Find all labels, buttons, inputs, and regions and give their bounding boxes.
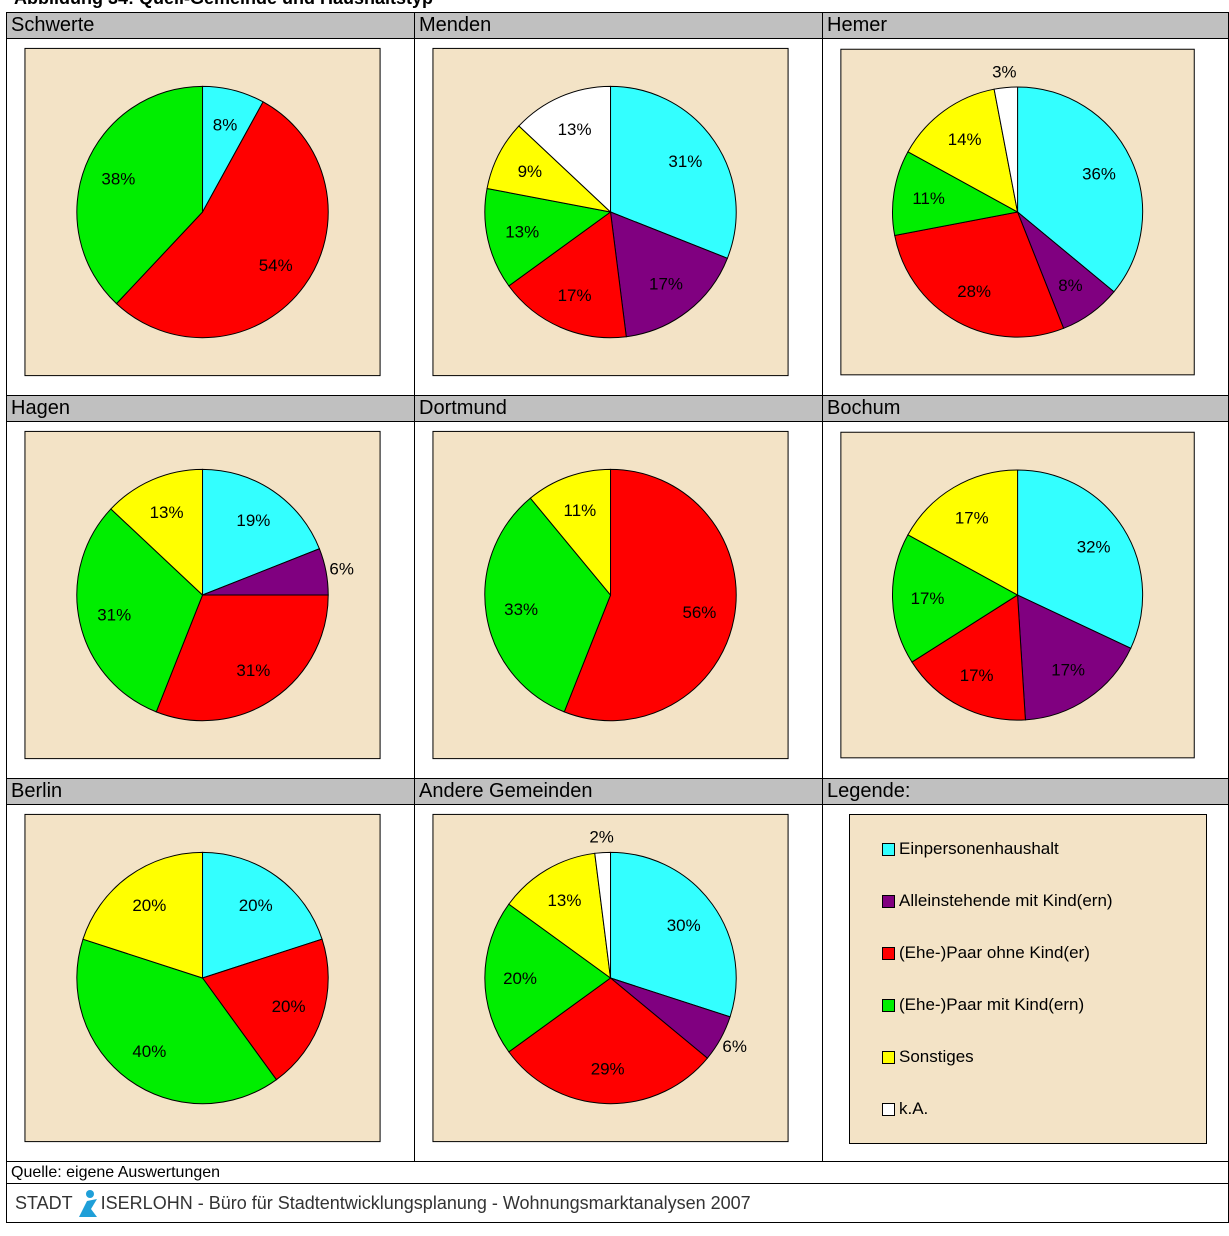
chart-cell: 32% 17% 17% 17% 17%: [822, 421, 1229, 779]
data-label: 8%: [1058, 276, 1082, 295]
legend-label: k.A.: [899, 1099, 929, 1118]
chart-grid: Schwerte Menden Hemer 8% 54% 38% 31% 17% 17%…: [6, 12, 1229, 1223]
data-label: 17%: [649, 275, 683, 294]
data-label: 20%: [272, 997, 306, 1016]
data-label: 31%: [668, 152, 702, 171]
pie-chart-menden: 31% 17% 17% 13% 9% 13%: [432, 47, 789, 377]
pie-chart-andere-gemeinden: 30% 6% 29% 20% 13% 2%: [432, 813, 789, 1143]
data-label: 20%: [503, 969, 537, 988]
legend-swatch: [882, 894, 895, 908]
legend-label: Alleinstehende mit Kind(ern): [899, 891, 1113, 910]
legend-cell: Einpersonenhaushalt Alleinstehende mit K…: [822, 804, 1229, 1162]
chart-cell: 20% 20% 40% 20%: [6, 804, 415, 1162]
data-label: 6%: [722, 1037, 746, 1056]
data-label: 13%: [505, 223, 539, 242]
chart-title: Bochum: [822, 395, 1229, 422]
data-label: 3%: [992, 63, 1016, 82]
chart-title: Dortmund: [414, 395, 823, 422]
data-label: 13%: [547, 891, 581, 910]
pie-chart-bochum: 32% 17% 17% 17% 17%: [840, 431, 1195, 759]
chart-cell: 31% 17% 17% 13% 9% 13%: [414, 38, 823, 396]
logo-text-iserlohn: ISERLOHN: [100, 1193, 193, 1213]
data-label: 8%: [213, 115, 237, 134]
data-label: 28%: [957, 282, 991, 301]
legend-swatch: [882, 842, 895, 856]
chart-title: Menden: [414, 12, 823, 39]
data-label: 54%: [259, 256, 293, 275]
iserlohn-logo-icon: [78, 1190, 97, 1218]
pie-chart-hemer: 36% 8% 28% 11% 14% 3%: [840, 48, 1195, 376]
legend-label: Einpersonenhaushalt: [899, 839, 1059, 858]
data-label: 29%: [591, 1059, 625, 1078]
logo-text-stadt: STADT: [15, 1193, 73, 1213]
chart-cell: 19% 6% 31% 31% 13%: [6, 421, 415, 779]
data-label: 13%: [150, 503, 184, 522]
data-label: 20%: [239, 896, 273, 915]
data-label: 17%: [558, 286, 592, 305]
chart-cell: 56% 33% 11%: [414, 421, 823, 779]
legend-swatch: [882, 1050, 895, 1064]
chart-title: Hagen: [6, 395, 415, 422]
chart-cell: 8% 54% 38%: [6, 38, 415, 396]
data-label: 38%: [101, 170, 135, 189]
data-label: 19%: [236, 511, 270, 530]
chart-title: Andere Gemeinden: [414, 778, 823, 805]
data-label: 11%: [912, 189, 945, 208]
legend-swatch: [882, 946, 895, 960]
chart-title: Berlin: [6, 778, 415, 805]
legend-title: Legende:: [822, 778, 1229, 805]
pie-chart-berlin: 20% 20% 40% 20%: [24, 813, 381, 1143]
legend-item: (Ehe-)Paar ohne Kind(er): [882, 943, 1090, 963]
legend-swatch: [882, 1102, 895, 1116]
data-label: 20%: [132, 896, 166, 915]
data-label: 56%: [682, 603, 716, 622]
chart-cell: 36% 8% 28% 11% 14% 3%: [822, 38, 1229, 396]
chart-title: Hemer: [822, 12, 1229, 39]
legend-label: (Ehe-)Paar ohne Kind(er): [899, 943, 1090, 962]
legend-item: (Ehe-)Paar mit Kind(ern): [882, 995, 1084, 1015]
data-label: 17%: [960, 666, 994, 685]
pie-chart-schwerte: 8% 54% 38%: [24, 47, 381, 377]
data-label: 13%: [558, 120, 592, 139]
data-label: 14%: [948, 130, 982, 149]
data-label: 36%: [1082, 165, 1116, 184]
legend: Einpersonenhaushalt Alleinstehende mit K…: [849, 814, 1207, 1144]
footer: STADT ISERLOHN - Büro für Stadtentwicklun…: [6, 1183, 1229, 1223]
data-label: 17%: [1051, 660, 1085, 679]
chart-title: Schwerte: [6, 12, 415, 39]
data-label: 31%: [236, 661, 270, 680]
source-note: Quelle: eigene Auswertungen: [6, 1161, 1229, 1184]
data-label: 17%: [955, 508, 989, 527]
data-label: 40%: [132, 1042, 166, 1061]
pie-chart-hagen: 19% 6% 31% 31% 13%: [24, 430, 381, 760]
data-label: 17%: [911, 589, 945, 608]
legend-item: Alleinstehende mit Kind(ern): [882, 891, 1113, 911]
page-title: Abbildung 34: Quell-Gemeinde und Haushal…: [14, 0, 433, 9]
data-label: 31%: [97, 606, 131, 625]
legend-label: (Ehe-)Paar mit Kind(ern): [899, 995, 1085, 1014]
data-label: 6%: [329, 559, 353, 578]
data-label: 33%: [504, 600, 538, 619]
legend-item: Einpersonenhaushalt: [882, 839, 1059, 859]
data-label: 30%: [667, 916, 701, 935]
pie-chart-dortmund: 56% 33% 11%: [432, 430, 789, 760]
legend-swatch: [882, 998, 895, 1012]
data-label: 2%: [589, 828, 613, 847]
chart-cell: 30% 6% 29% 20% 13% 2%: [414, 804, 823, 1162]
data-label: 11%: [564, 501, 597, 520]
footer-text: - Büro für Stadtentwicklungsplanung - Wo…: [192, 1193, 751, 1213]
legend-label: Sonstiges: [899, 1047, 974, 1066]
legend-item: Sonstiges: [882, 1047, 974, 1067]
data-label: 32%: [1077, 538, 1111, 557]
legend-item: k.A.: [882, 1099, 928, 1119]
data-label: 9%: [518, 162, 542, 181]
